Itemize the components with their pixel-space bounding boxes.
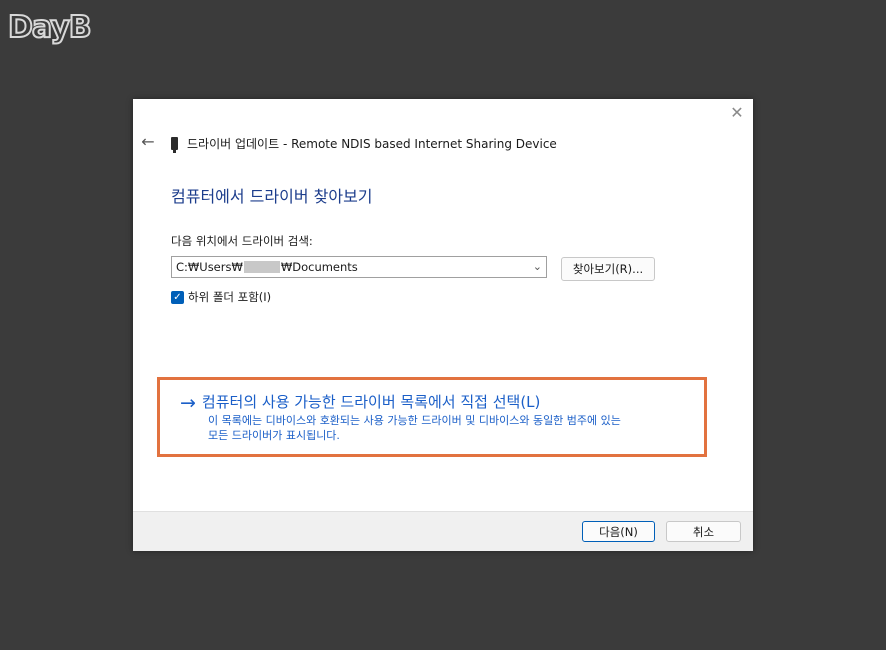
pick-from-list-description: 이 목록에는 디바이스와 호환되는 사용 가능한 드라이버 및 디바이스와 동일… (208, 413, 708, 443)
dialog-footer: 다음(N) 취소 (133, 511, 753, 551)
pick-from-list-label: 컴퓨터의 사용 가능한 드라이버 목록에서 직접 선택(L) (201, 393, 541, 411)
driver-update-dialog: ✕ ← 드라이버 업데이트 - Remote NDIS based Intern… (133, 99, 753, 551)
back-arrow-icon[interactable]: ← (139, 133, 157, 151)
browse-button[interactable]: 찾아보기(R)... (561, 257, 655, 281)
redacted-username (243, 261, 280, 273)
chevron-down-icon[interactable]: ⌄ (533, 260, 542, 273)
device-icon (171, 137, 178, 153)
close-icon[interactable]: ✕ (729, 105, 745, 121)
pick-desc-line1: 이 목록에는 디바이스와 호환되는 사용 가능한 드라이버 및 디바이스와 동일… (208, 414, 621, 427)
include-subfolders-label: 하위 폴더 포함(I) (188, 290, 272, 304)
driver-path-input[interactable]: C:₩Users₩ ₩Documents ⌄ (171, 256, 547, 278)
page-heading: 컴퓨터에서 드라이버 찾아보기 (171, 187, 373, 206)
path-prefix: C:₩Users₩ (176, 260, 243, 274)
next-button[interactable]: 다음(N) (582, 521, 655, 542)
pick-desc-line2: 모든 드라이버가 표시됩니다. (208, 429, 340, 442)
search-location-label: 다음 위치에서 드라이버 검색: (171, 234, 313, 248)
dialog-title: 드라이버 업데이트 - Remote NDIS based Internet S… (171, 135, 557, 153)
path-suffix: ₩Documents (280, 260, 358, 274)
pick-from-list-highlight: → 컴퓨터의 사용 가능한 드라이버 목록에서 직접 선택(L) 이 목록에는 … (157, 377, 707, 457)
cancel-button[interactable]: 취소 (666, 521, 741, 542)
watermark-logo: DayB (7, 9, 93, 46)
checkmark-icon[interactable]: ✓ (171, 290, 184, 304)
pick-from-list-link[interactable]: → 컴퓨터의 사용 가능한 드라이버 목록에서 직접 선택(L) (180, 392, 540, 414)
dialog-title-text: 드라이버 업데이트 - Remote NDIS based Internet S… (187, 137, 557, 151)
arrow-right-icon: → (180, 392, 196, 414)
include-subfolders-checkbox[interactable]: ✓ 하위 폴더 포함(I) (171, 289, 271, 305)
